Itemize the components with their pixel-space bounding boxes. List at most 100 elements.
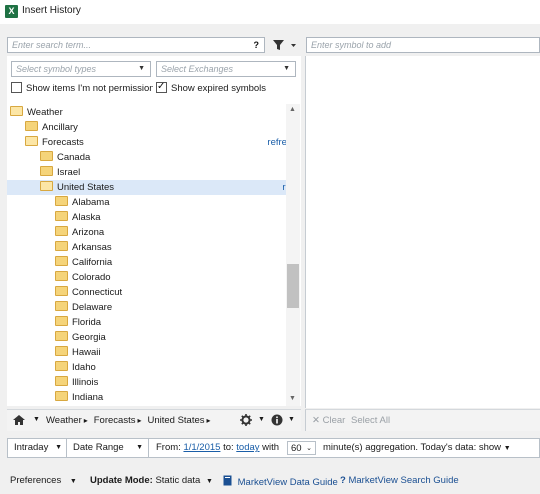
tree-item[interactable]: Colorado: [7, 270, 286, 285]
scroll-down-icon[interactable]: ▼: [289, 395, 296, 402]
tree-item[interactable]: Indiana: [7, 390, 286, 405]
interval-label: Intraday: [14, 442, 49, 453]
chevron-down-icon: ⌄: [306, 445, 312, 452]
folder-open-icon: [40, 181, 53, 191]
home-chevron-down-icon[interactable]: ▼: [33, 416, 40, 423]
info-icon[interactable]: [271, 414, 283, 426]
to-label: to:: [223, 442, 234, 453]
folder-icon: [55, 196, 68, 206]
folder-icon: [55, 286, 68, 296]
chevron-down-icon: ▼: [136, 444, 143, 451]
tree-item[interactable]: California: [7, 255, 286, 270]
tree-item[interactable]: Israel: [7, 165, 286, 180]
scrollbar-thumb[interactable]: [287, 264, 299, 308]
tree-item[interactable]: Alabama: [7, 195, 286, 210]
tree-item[interactable]: Arkansas: [7, 240, 286, 255]
update-mode[interactable]: Update Mode: Static data ▼: [90, 475, 213, 486]
folder-icon: [40, 151, 53, 161]
exchanges-select[interactable]: Select Exchanges ▼: [156, 61, 296, 77]
folder-icon: [55, 361, 68, 371]
tree-item[interactable]: Alaska: [7, 210, 286, 225]
tree-item[interactable]: Weather: [7, 105, 286, 120]
tree-scrollbar[interactable]: ▲ ▼: [286, 104, 300, 406]
question-icon: ?: [340, 475, 346, 486]
clear-button[interactable]: ✕ Clear: [312, 415, 345, 426]
tree-item[interactable]: Florida: [7, 315, 286, 330]
tree-item[interactable]: Hawaii: [7, 345, 286, 360]
breadcrumb-item[interactable]: United States: [147, 415, 204, 426]
to-date-link[interactable]: today: [236, 442, 259, 453]
window-title: Insert History: [22, 5, 81, 16]
folder-open-icon: [10, 106, 23, 116]
preferences-menu[interactable]: Preferences ▼: [10, 475, 77, 486]
data-guide-link[interactable]: MarketView Data Guide: [223, 475, 338, 488]
home-icon[interactable]: [12, 414, 26, 426]
tree-item-label: Alabama: [72, 197, 110, 208]
mode-label: Date Range: [73, 442, 124, 453]
minutes-value: 60: [291, 443, 302, 454]
today-select[interactable]: show ▼: [479, 442, 511, 453]
close-icon: ✕: [312, 415, 320, 426]
refresh-link[interactable]: refresh: [267, 135, 286, 150]
search-guide-link[interactable]: ? MarketView Search Guide: [340, 475, 459, 486]
from-label: From:: [156, 442, 181, 453]
folder-icon: [55, 256, 68, 266]
from-date-link[interactable]: 1/1/2015: [183, 442, 220, 453]
search-input[interactable]: Enter search term... ?: [7, 37, 265, 53]
aggregation-info: minute(s) aggregation. Today's data: sho…: [323, 439, 511, 457]
tree-item-label: Idaho: [72, 362, 96, 373]
breadcrumb-bar: ▼ Weather ▸ Forecasts ▸ United States ▸ ▼ ▼: [7, 409, 301, 431]
range-details: From: 1/1/2015 to: today with: [156, 439, 279, 457]
tree-item[interactable]: Idaho: [7, 360, 286, 375]
search-placeholder: Enter search term...: [12, 40, 92, 50]
folder-icon: [25, 121, 38, 131]
expired-symbols-checkbox[interactable]: Show expired symbols: [156, 80, 296, 96]
tree-item-label: California: [72, 257, 113, 268]
title-bar: X Insert History: [0, 0, 540, 24]
info-chevron-down-icon[interactable]: ▼: [288, 416, 295, 423]
scroll-up-icon[interactable]: ▲: [289, 106, 296, 113]
chevron-right-icon[interactable]: ▸: [84, 416, 88, 425]
tree-item-label: Alaska: [72, 212, 101, 223]
help-icon[interactable]: ?: [254, 38, 260, 52]
mode-select[interactable]: Date Range ▼: [67, 439, 149, 457]
tree-item[interactable]: Illinois: [7, 375, 286, 390]
clear-label: Clear: [322, 415, 346, 426]
checkbox-box-checked[interactable]: [156, 80, 167, 94]
gear-icon[interactable]: [240, 414, 252, 426]
aggregation-text: minute(s) aggregation.: [323, 442, 419, 453]
breadcrumb-item[interactable]: Forecasts: [94, 415, 136, 426]
filter-button[interactable]: [270, 37, 300, 53]
symbol-types-select[interactable]: Select symbol types ▼: [11, 61, 151, 77]
tree-item[interactable]: United Statesrefresh: [7, 180, 286, 195]
tree-item[interactable]: Forecasts refresh: [7, 135, 286, 150]
tree-item[interactable]: Arizona: [7, 225, 286, 240]
symbol-input[interactable]: Enter symbol to add: [306, 37, 540, 53]
tree-item-label: Ancillary: [42, 122, 78, 133]
chevron-down-icon: ▼: [205, 478, 213, 485]
excel-icon: X: [5, 5, 18, 18]
tree-item[interactable]: Georgia: [7, 330, 286, 345]
tree-item-label: Connecticut: [72, 287, 123, 298]
chevron-down-icon: ▼: [503, 445, 511, 452]
select-all-button[interactable]: Select All: [351, 415, 390, 426]
tree-item[interactable]: Canada: [7, 150, 286, 165]
breadcrumb-item[interactable]: Weather: [46, 415, 82, 426]
folder-icon: [55, 241, 68, 251]
tree-item[interactable]: Delaware: [7, 300, 286, 315]
right-actions-bar: ✕ Clear Select All: [305, 409, 540, 431]
minutes-select[interactable]: 60 ⌄: [287, 441, 316, 455]
chevron-right-icon[interactable]: ▸: [137, 416, 141, 425]
interval-select[interactable]: Intraday ▼: [8, 439, 67, 457]
with-label: with: [262, 442, 280, 453]
tree-item[interactable]: Connecticut: [7, 285, 286, 300]
checkbox-box[interactable]: [11, 82, 22, 93]
today-label: Today's data:: [420, 442, 477, 453]
not-permissioned-checkbox[interactable]: Show items I'm not permissionec: [11, 82, 153, 96]
tree-item[interactable]: Ancillary: [7, 120, 286, 135]
chevron-right-icon[interactable]: ▸: [207, 416, 211, 425]
selected-symbols-panel: [305, 56, 540, 408]
gear-chevron-down-icon[interactable]: ▼: [258, 416, 265, 423]
data-guide-label: MarketView Data Guide: [237, 477, 338, 488]
tree-item-label: Colorado: [72, 272, 111, 283]
